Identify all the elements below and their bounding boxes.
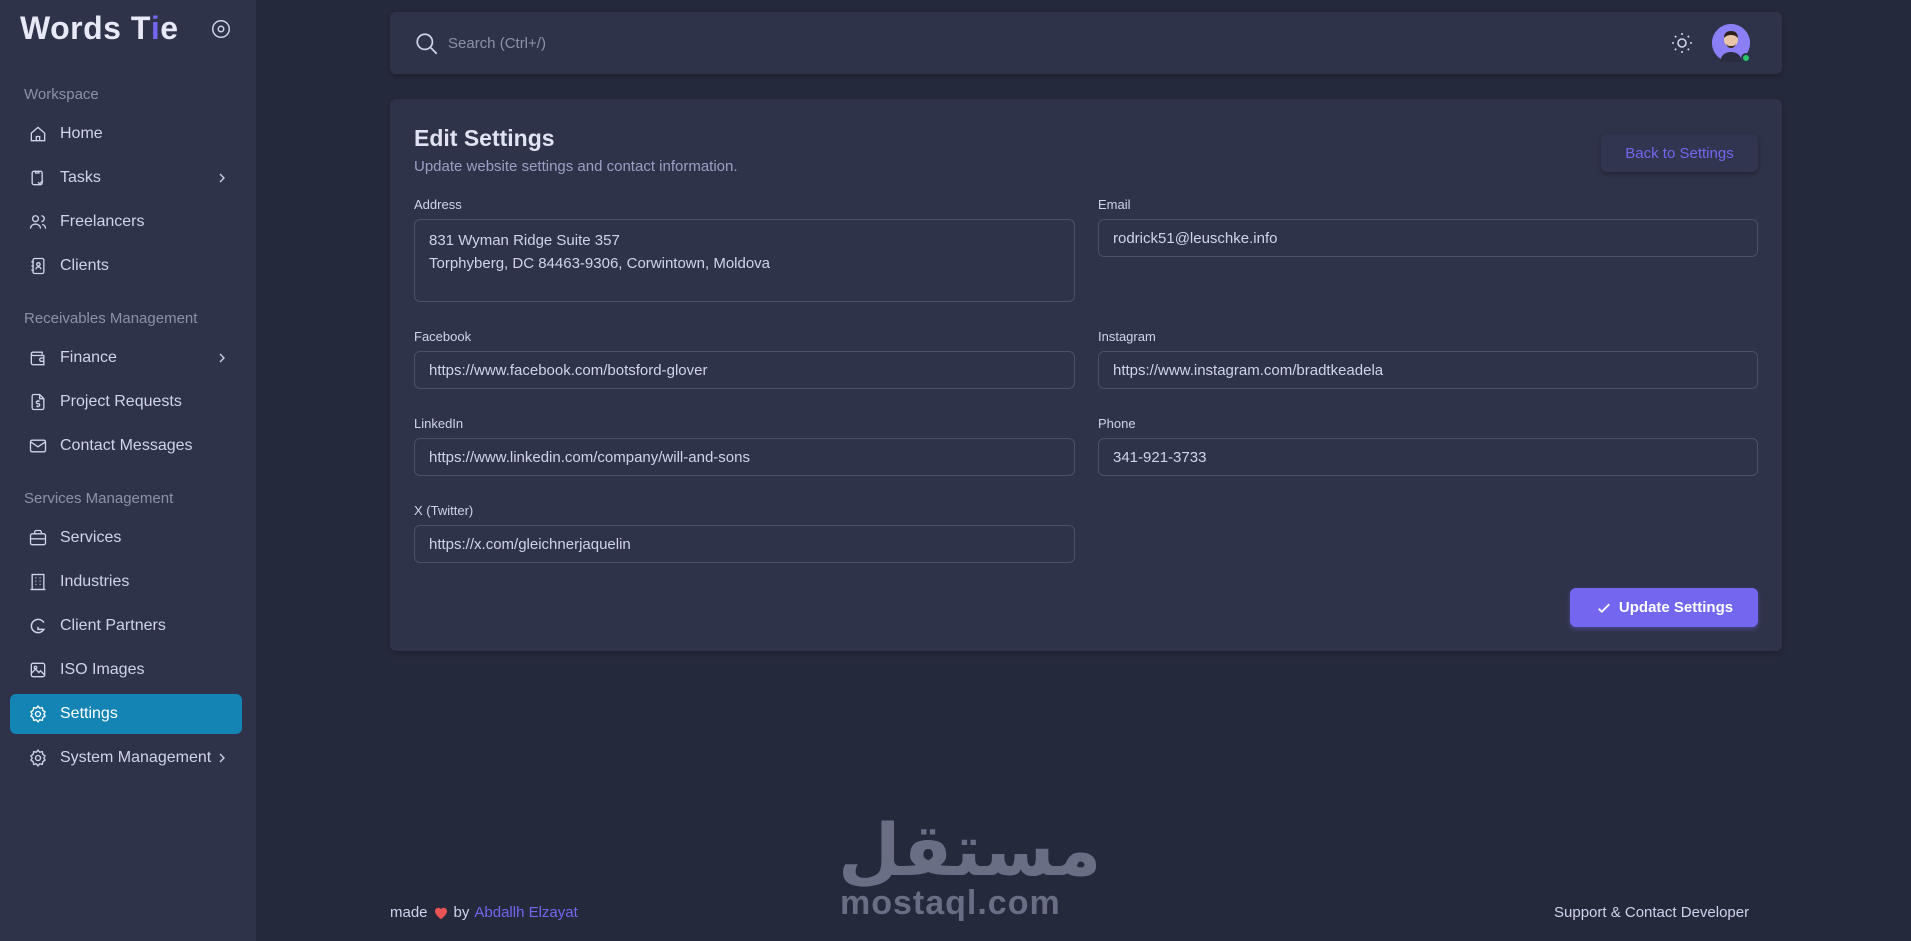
back-to-settings-button[interactable]: Back to Settings (1601, 134, 1758, 172)
chevron-right-icon (219, 353, 225, 363)
address-label: Address (414, 197, 462, 212)
sidebar-item-system-management[interactable]: System Management (10, 738, 242, 778)
sidebar-item-finance[interactable]: Finance (10, 338, 242, 378)
photo-icon (30, 662, 46, 678)
twitter-label: X (Twitter) (414, 503, 474, 518)
sidebar-item-freelancers[interactable]: Freelancers (10, 202, 242, 242)
email-field[interactable]: rodrick51@leuschke.info (1098, 219, 1758, 257)
section-title-receivables: Receivables Management (24, 310, 198, 327)
facebook-field[interactable]: https://www.facebook.com/botsford-glover (414, 351, 1075, 389)
chevron-right-icon (219, 173, 225, 183)
sidebar-item-tasks[interactable]: Tasks (10, 158, 242, 198)
mail-icon (29, 439, 47, 453)
instagram-label: Instagram (1098, 329, 1156, 344)
brand-g-icon (30, 618, 46, 634)
brand-logo[interactable]: Words Tie (20, 8, 179, 48)
sidebar-item-industries[interactable]: Industries (10, 562, 242, 602)
sidebar-item-label: ISO Images (60, 661, 145, 678)
sidebar-item-label: Clients (60, 257, 109, 274)
sidebar-toggle-icon[interactable] (210, 18, 232, 40)
instagram-field[interactable]: https://www.instagram.com/bradtkeadela (1098, 351, 1758, 389)
section-title-services: Services Management (24, 490, 174, 507)
update-settings-button[interactable]: Update Settings (1570, 588, 1758, 627)
phone-field[interactable]: 341-921-3733 (1098, 438, 1758, 476)
sidebar-item-services[interactable]: Services (10, 518, 242, 558)
linkedin-field[interactable]: https://www.linkedin.com/company/will-an… (414, 438, 1075, 476)
sidebar-item-label: Services (60, 529, 122, 546)
brand-name-accent: i (150, 9, 161, 46)
sidebar-item-settings[interactable]: Settings (10, 694, 242, 734)
sidebar-item-home[interactable]: Home (10, 114, 242, 154)
page-title: Edit Settings (414, 125, 555, 151)
address-book-icon (31, 257, 45, 275)
sidebar: Words Tie Workspace Home Tasks Freelance… (0, 0, 256, 941)
sidebar-item-label: Industries (60, 573, 130, 590)
home-icon (30, 126, 46, 142)
watermark-arabic: مستقل (838, 808, 1102, 892)
address-line-2: Torphyberg, DC 84463-9306, Corwintown, M… (429, 255, 771, 272)
facebook-label: Facebook (414, 329, 472, 344)
settings-icon (30, 705, 46, 723)
building-icon (30, 573, 46, 591)
theme-toggle-sun-icon[interactable] (1670, 31, 1694, 55)
sidebar-item-project-requests[interactable]: Project Requests (10, 382, 242, 422)
search-icon[interactable] (414, 31, 440, 57)
watermark-latin: mostaql.com (840, 884, 1061, 922)
linkedin-label: LinkedIn (414, 416, 464, 431)
sidebar-item-clients[interactable]: Clients (10, 246, 242, 286)
section-title-workspace: Workspace (24, 86, 99, 103)
dollar-file-icon (31, 393, 45, 411)
brand-name-part1: Words T (20, 9, 151, 46)
sidebar-item-label: System Management (60, 749, 212, 766)
sidebar-item-label: Project Requests (60, 393, 182, 410)
author-link[interactable]: Abdallh Elzayat (474, 904, 577, 921)
sidebar-item-label: Settings (60, 705, 118, 722)
sidebar-item-iso-images[interactable]: ISO Images (10, 650, 242, 690)
heart-icon (434, 907, 447, 920)
email-label: Email (1098, 197, 1131, 212)
sidebar-item-label: Client Partners (60, 617, 166, 634)
sidebar-item-contact-messages[interactable]: Contact Messages (10, 426, 242, 466)
update-settings-label: Update Settings (1618, 599, 1734, 616)
footer-by-text: by (453, 904, 470, 921)
clipboard-check-icon (31, 170, 44, 186)
topbar (390, 12, 1782, 74)
footer-made-text: made (390, 904, 428, 921)
sidebar-item-label: Freelancers (60, 213, 145, 230)
chevron-right-icon (219, 753, 225, 763)
sidebar-item-client-partners[interactable]: Client Partners (10, 606, 242, 646)
footer-credit: made by Abdallh Elzayat (390, 904, 578, 921)
avatar[interactable] (1712, 24, 1751, 63)
sidebar-item-label: Contact Messages (60, 437, 193, 454)
page-subtitle: Update website settings and contact info… (414, 158, 738, 175)
brand-name-part2: e (160, 9, 179, 46)
edit-settings-card: Edit Settings Update website settings an… (390, 99, 1782, 651)
twitter-field[interactable]: https://x.com/gleichnerjaquelin (414, 525, 1075, 563)
wallet-icon (30, 351, 45, 366)
users-icon (29, 215, 47, 229)
sidebar-item-label: Tasks (60, 169, 101, 186)
online-status-dot (1741, 53, 1751, 63)
sidebar-item-label: Home (60, 125, 103, 142)
address-line-1: 831 Wyman Ridge Suite 357 (429, 232, 620, 249)
search-input[interactable] (448, 30, 1048, 56)
address-textarea[interactable]: 831 Wyman Ridge Suite 357 Torphyberg, DC… (414, 219, 1075, 302)
check-icon (1598, 603, 1610, 613)
phone-label: Phone (1098, 416, 1136, 431)
briefcase-icon (29, 529, 47, 546)
sidebar-item-label: Finance (60, 349, 117, 366)
support-link[interactable]: Support & Contact Developer (1554, 904, 1749, 921)
settings-icon (30, 749, 46, 767)
